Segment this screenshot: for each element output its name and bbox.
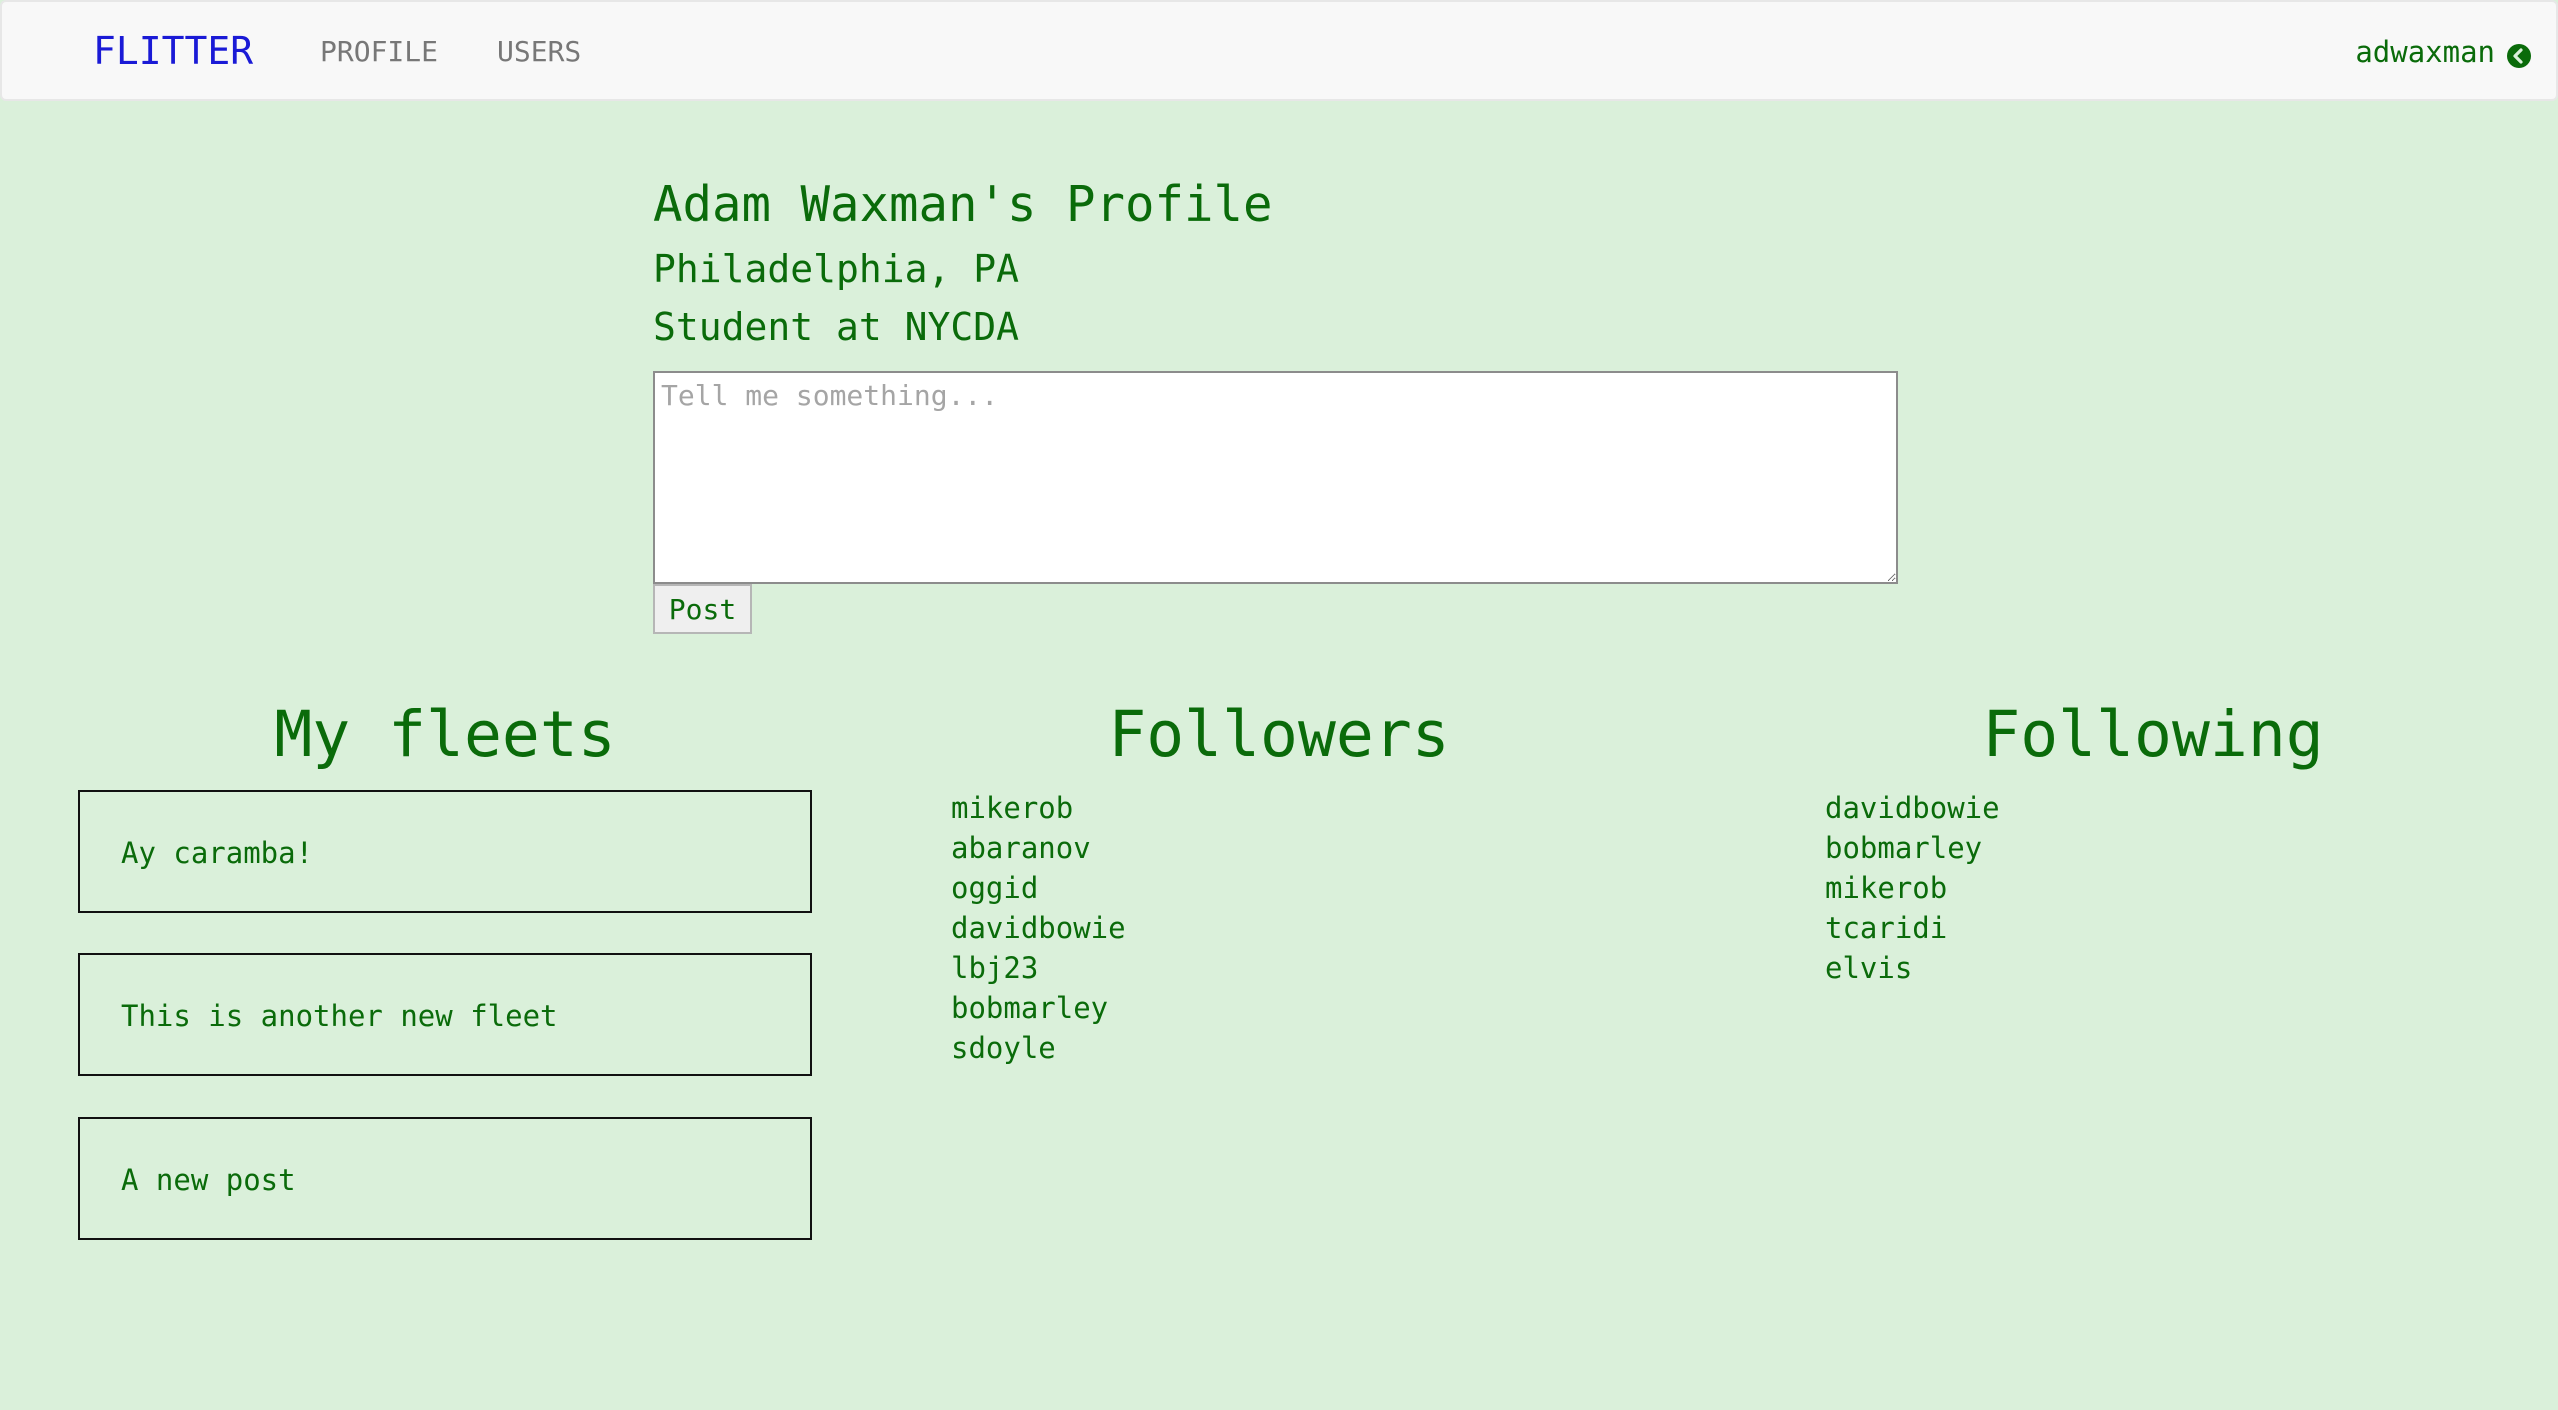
follower-item[interactable]: davidbowie	[951, 908, 1126, 948]
follower-item[interactable]: oggid	[951, 868, 1126, 908]
user-logout-link[interactable]: adwaxman	[2355, 34, 2531, 70]
following-item[interactable]: davidbowie	[1825, 788, 2000, 828]
brand-link[interactable]: FLITTER	[93, 27, 253, 75]
fleet-card: This is another new fleet	[78, 953, 812, 1076]
username-label: adwaxman	[2355, 35, 2495, 69]
following-item[interactable]: elvis	[1825, 948, 2000, 988]
follower-item[interactable]: bobmarley	[951, 988, 1126, 1028]
post-button[interactable]: Post	[653, 584, 752, 634]
profile-location: Philadelphia, PA	[653, 247, 1020, 291]
profile-header: Adam Waxman's Profile Philadelphia, PA S…	[653, 170, 1273, 356]
profile-title: Adam Waxman's Profile	[653, 176, 1273, 233]
following-item[interactable]: tcaridi	[1825, 908, 2000, 948]
follower-item[interactable]: sdoyle	[951, 1028, 1126, 1068]
nav-link-profile[interactable]: PROFILE	[320, 35, 438, 69]
fleet-card: Ay caramba!	[78, 790, 812, 913]
nav-link-users[interactable]: USERS	[497, 35, 581, 69]
followers-heading: Followers	[1108, 698, 1450, 771]
profile-occupation: Student at NYCDA	[653, 305, 1020, 349]
navbar: FLITTER PROFILE USERS adwaxman	[0, 0, 2558, 101]
fleets-heading: My fleets	[274, 698, 616, 771]
following-item[interactable]: bobmarley	[1825, 828, 2000, 868]
following-item[interactable]: mikerob	[1825, 868, 2000, 908]
fleet-input[interactable]	[653, 371, 1898, 584]
fleet-card: A new post	[78, 1117, 812, 1240]
following-list: davidbowie bobmarley mikerob tcaridi elv…	[1825, 788, 2000, 988]
follower-item[interactable]: abaranov	[951, 828, 1126, 868]
followers-list: mikerob abaranov oggid davidbowie lbj23 …	[951, 788, 1126, 1068]
chevron-circle-left-icon[interactable]	[2507, 40, 2531, 68]
following-heading: Following	[1982, 698, 2324, 771]
follower-item[interactable]: mikerob	[951, 788, 1126, 828]
follower-item[interactable]: lbj23	[951, 948, 1126, 988]
